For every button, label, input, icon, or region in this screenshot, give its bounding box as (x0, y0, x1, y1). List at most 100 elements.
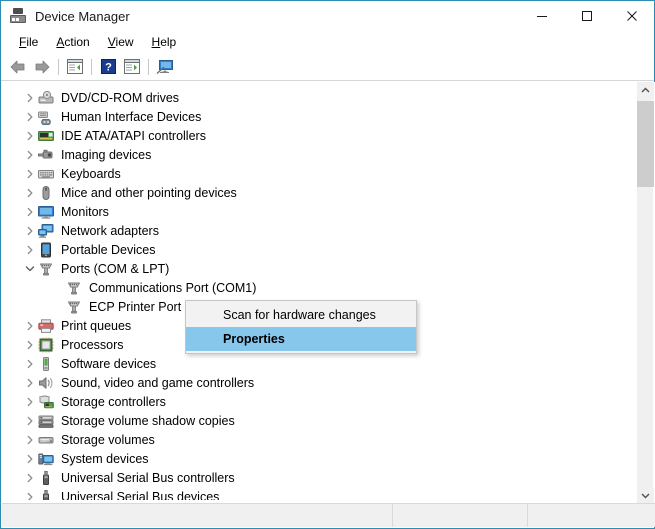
scroll-down-button[interactable] (637, 487, 654, 504)
chevron-placeholder (50, 278, 66, 297)
console-tree-pane: DVD/CD-ROM drivesHuman Interface Devices… (2, 82, 655, 505)
title-bar: Device Manager (1, 1, 654, 31)
chevron-right-icon[interactable] (22, 316, 38, 335)
help-button[interactable]: ? (96, 56, 120, 78)
tree-item[interactable]: Human Interface Devices (8, 107, 632, 126)
hid-icon (38, 109, 54, 125)
chevron-right-icon[interactable] (22, 392, 38, 411)
chevron-right-icon[interactable] (22, 335, 38, 354)
vertical-scrollbar[interactable] (636, 82, 653, 504)
tree-item[interactable]: IDE ATA/ATAPI controllers (8, 126, 632, 145)
tree-item-label: Portable Devices (61, 243, 156, 257)
maximize-button[interactable] (564, 1, 609, 31)
chevron-right-icon[interactable] (22, 126, 38, 145)
chevron-right-icon[interactable] (22, 145, 38, 164)
toolbar-separator-3 (148, 59, 149, 75)
back-button[interactable] (6, 56, 30, 78)
tree-item[interactable]: Monitors (8, 202, 632, 221)
device-manager-window: Device Manager File Action (0, 0, 655, 529)
forward-button[interactable] (30, 56, 54, 78)
context-menu-item-properties[interactable]: Properties (186, 327, 416, 351)
storage-shadow-icon (38, 413, 54, 429)
processor-icon (38, 337, 54, 353)
camera-icon (38, 147, 54, 163)
context-menu-item-label: Properties (223, 332, 285, 346)
mouse-icon (38, 185, 54, 201)
menu-file[interactable]: File (10, 33, 47, 51)
chevron-right-icon[interactable] (22, 183, 38, 202)
minimize-icon (536, 10, 548, 22)
chevron-right-icon[interactable] (22, 373, 38, 392)
tree-item-label: Sound, video and game controllers (61, 376, 254, 390)
minimize-button[interactable] (519, 1, 564, 31)
chevron-right-icon[interactable] (22, 354, 38, 373)
tree-item-label: Imaging devices (61, 148, 151, 162)
tree-item[interactable]: Universal Serial Bus controllers (8, 468, 632, 487)
context-menu[interactable]: Scan for hardware changes Properties (185, 300, 417, 354)
portable-device-icon (38, 242, 54, 258)
status-pane-1 (2, 504, 393, 527)
tree-item-label: Storage volumes (61, 433, 155, 447)
close-icon (626, 10, 638, 22)
chevron-right-icon[interactable] (22, 487, 38, 500)
tree-item[interactable]: Imaging devices (8, 145, 632, 164)
show-hide-console-tree-button[interactable] (63, 56, 87, 78)
tree-item[interactable]: Software devices (8, 354, 632, 373)
usb-icon (38, 470, 54, 486)
help-question-icon: ? (101, 59, 116, 74)
back-arrow-icon (9, 59, 27, 75)
chevron-right-icon[interactable] (22, 202, 38, 221)
monitor-icon (38, 204, 54, 220)
device-tree[interactable]: DVD/CD-ROM drivesHuman Interface Devices… (8, 88, 632, 500)
svg-text:?: ? (105, 62, 112, 74)
chevron-up-icon (641, 87, 650, 94)
close-button[interactable] (609, 1, 654, 31)
tree-item-label: Universal Serial Bus devices (61, 490, 219, 501)
scroll-thumb[interactable] (637, 101, 654, 187)
port-icon (66, 280, 82, 296)
tree-item[interactable]: Network adapters (8, 221, 632, 240)
tree-item[interactable]: Mice and other pointing devices (8, 183, 632, 202)
context-menu-item-scan-for-hardware-changes[interactable]: Scan for hardware changes (186, 303, 416, 327)
tree-item[interactable]: Storage volume shadow copies (8, 411, 632, 430)
properties-button[interactable] (120, 56, 144, 78)
tree-item[interactable]: Storage controllers (8, 392, 632, 411)
tree-item-label: System devices (61, 452, 149, 466)
chevron-right-icon[interactable] (22, 164, 38, 183)
tree-item-label: Communications Port (COM1) (89, 281, 256, 295)
chevron-right-icon[interactable] (22, 240, 38, 259)
scan-monitor-icon (156, 59, 174, 75)
system-device-icon (38, 451, 54, 467)
chevron-right-icon[interactable] (22, 221, 38, 240)
menu-action[interactable]: Action (47, 33, 98, 51)
menu-view[interactable]: View (99, 33, 143, 51)
tree-item-label: Mice and other pointing devices (61, 186, 237, 200)
chevron-right-icon[interactable] (22, 107, 38, 126)
tree-item[interactable]: Sound, video and game controllers (8, 373, 632, 392)
chevron-down-icon[interactable] (22, 259, 38, 278)
tree-item[interactable]: Portable Devices (8, 240, 632, 259)
chevron-right-icon[interactable] (22, 430, 38, 449)
tree-item[interactable]: DVD/CD-ROM drives (8, 88, 632, 107)
tree-item[interactable]: System devices (8, 449, 632, 468)
port-icon (38, 261, 54, 277)
status-bar (2, 503, 655, 527)
ide-controller-icon (38, 128, 54, 144)
tree-item[interactable]: Keyboards (8, 164, 632, 183)
tree-item[interactable]: Storage volumes (8, 430, 632, 449)
tree-item[interactable]: Universal Serial Bus devices (8, 487, 632, 500)
status-pane-2 (393, 504, 528, 527)
chevron-right-icon[interactable] (22, 449, 38, 468)
status-pane-3 (528, 504, 655, 527)
chevron-right-icon[interactable] (22, 88, 38, 107)
scan-for-hardware-changes-button[interactable] (153, 56, 177, 78)
scroll-up-button[interactable] (637, 82, 654, 99)
window-title: Device Manager (35, 9, 130, 24)
tree-item[interactable]: Communications Port (COM1) (8, 278, 632, 297)
usb-icon (38, 489, 54, 501)
tree-item-label: IDE ATA/ATAPI controllers (61, 129, 206, 143)
chevron-right-icon[interactable] (22, 468, 38, 487)
chevron-right-icon[interactable] (22, 411, 38, 430)
tree-item[interactable]: Ports (COM & LPT) (8, 259, 632, 278)
menu-help[interactable]: Help (143, 33, 186, 51)
